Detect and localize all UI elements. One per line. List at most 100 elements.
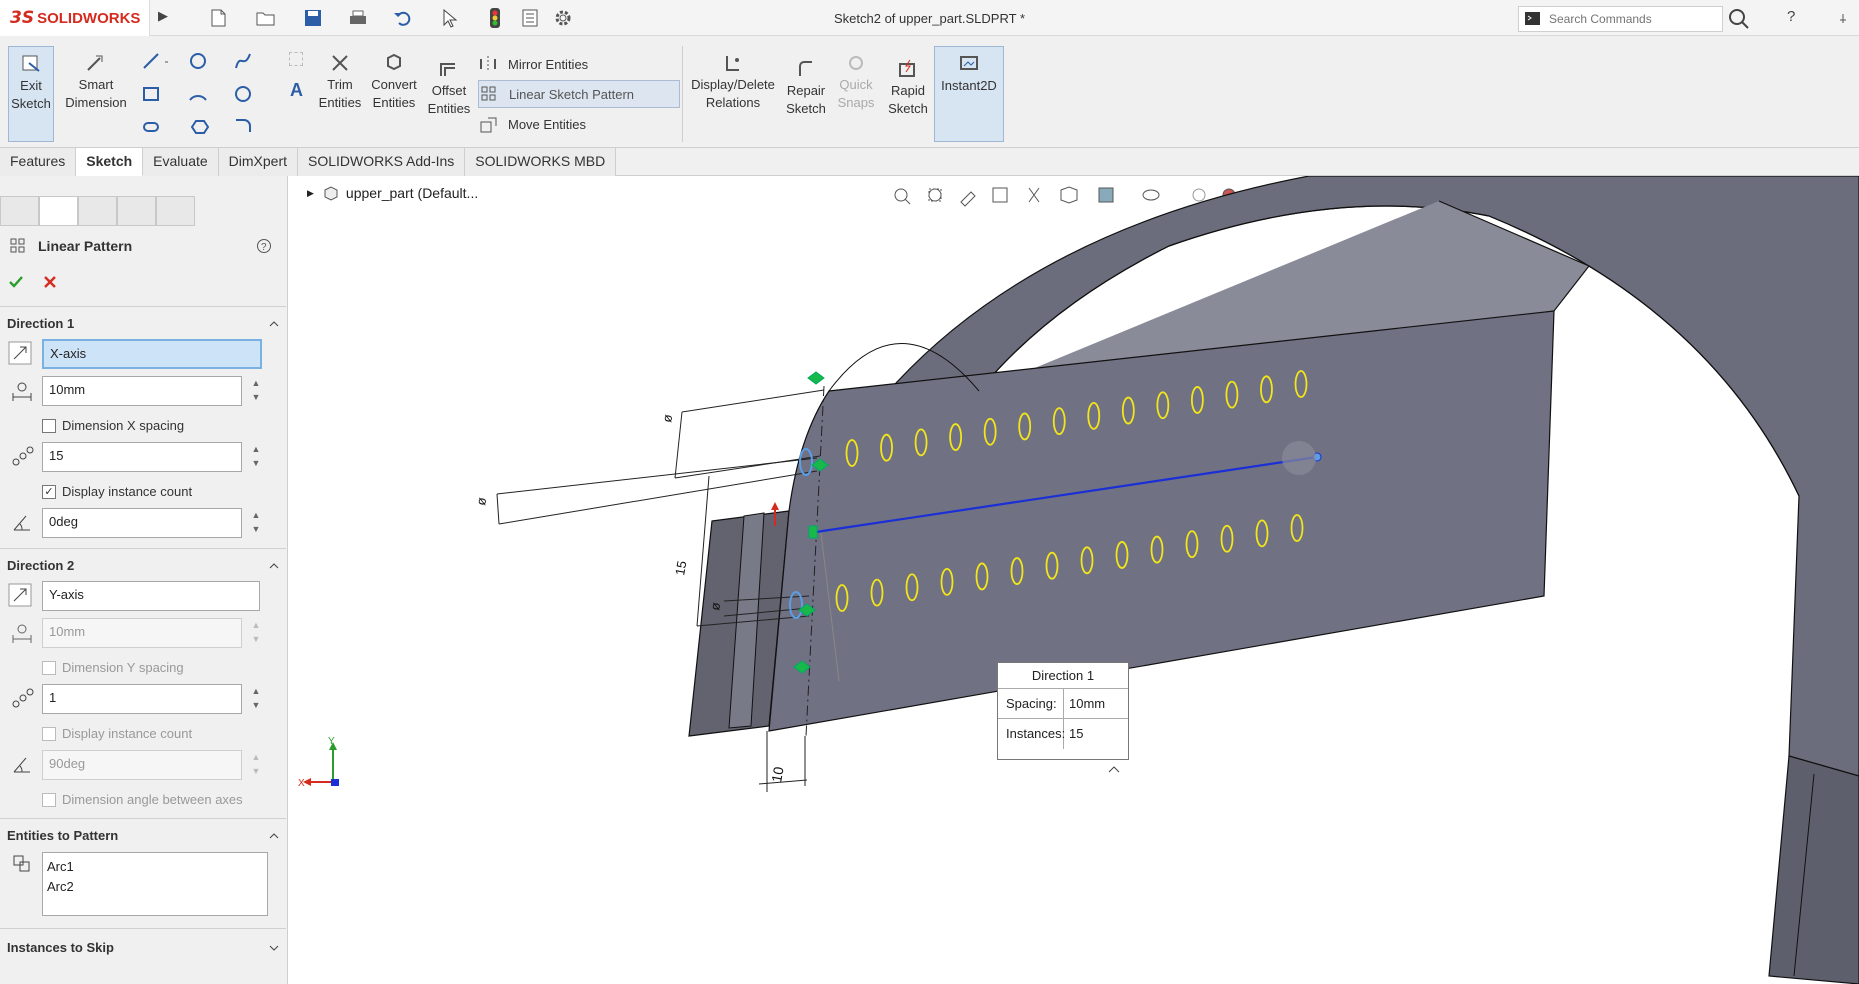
display-manager-tab[interactable] [156, 196, 195, 226]
tab-sketch[interactable]: Sketch [76, 148, 144, 176]
smart-dimension-button[interactable]: Smart Dimension [60, 46, 132, 142]
text-tool-icon[interactable]: A [290, 80, 303, 101]
instances-icon [12, 446, 34, 466]
convert-entities-button[interactable]: Convert Entities [366, 46, 422, 142]
search-icon[interactable] [1727, 7, 1751, 31]
instances-icon [12, 688, 34, 708]
move-entities-button[interactable]: Move Entities [478, 112, 586, 136]
linear-sketch-pattern-button[interactable]: Linear Sketch Pattern [478, 80, 680, 108]
divider [0, 306, 286, 307]
mirror-entities-button[interactable]: Mirror Entities [478, 52, 588, 76]
solidworks-logo[interactable]: 3S SOLIDWORKS [0, 0, 150, 36]
direction-2-spacing-field[interactable]: 10mm [42, 618, 242, 648]
instances-spinner[interactable]: ▲ ▼ [248, 684, 264, 714]
spacing-spinner[interactable]: ▲ ▼ [248, 618, 264, 648]
direction-1-angle-field[interactable]: 0deg [42, 508, 242, 538]
save-icon[interactable] [303, 8, 323, 28]
entities-list[interactable]: Arc1 Arc2 [42, 852, 268, 916]
graphics-area[interactable]: ▶ upper_part (Default... ø ø ø 15 10 Dir… [289, 176, 1859, 984]
help-button[interactable]: ? [1787, 8, 1795, 28]
search-input[interactable] [1549, 12, 1689, 26]
sketch-entities-grid[interactable] [140, 50, 280, 136]
instant2d-button[interactable]: Instant2D [934, 46, 1004, 142]
new-document-icon[interactable] [208, 8, 228, 28]
options-gear-icon[interactable] [553, 8, 573, 28]
feature-manager-tab[interactable] [0, 196, 39, 226]
direction-1-instances-field[interactable]: 15 [42, 442, 242, 472]
help-icon[interactable]: ? [256, 238, 272, 254]
direction-1-spacing-field[interactable]: 10mm [42, 376, 242, 406]
collapse-caret-icon[interactable] [269, 319, 279, 329]
direction-2-instances-field[interactable]: 1 [42, 684, 242, 714]
direction-2-axis-field[interactable]: Y-axis [42, 581, 260, 611]
angle-spinner[interactable]: ▲ ▼ [248, 508, 264, 538]
dimension-15-label[interactable]: 15 [672, 560, 689, 577]
tab-features[interactable]: Features [0, 148, 77, 176]
property-manager-tab[interactable] [39, 196, 78, 226]
tab-solidworks-add-ins[interactable]: SOLIDWORKS Add-Ins [298, 148, 466, 176]
display-delete-relations-button[interactable]: Display/Delete Relations [688, 46, 778, 142]
callout-spacing-value[interactable]: 10mm [1064, 689, 1105, 718]
undo-icon[interactable] [393, 8, 413, 28]
file-properties-icon[interactable] [520, 8, 540, 28]
collapse-caret-icon[interactable] [269, 561, 279, 571]
drag-handle[interactable] [1282, 441, 1316, 475]
cad-viewport[interactable]: ø ø ø 15 10 [289, 176, 1859, 984]
direction-arrow-icon[interactable] [8, 583, 32, 607]
list-item[interactable]: Arc2 [47, 877, 263, 897]
rapid-sketch-icon [899, 59, 915, 77]
repair-sketch-button[interactable]: Repair Sketch [782, 52, 830, 148]
dimension-angle-checkbox[interactable]: Dimension angle between axes [42, 792, 243, 807]
callout-title: Direction 1 [998, 663, 1128, 689]
angle-spinner[interactable]: ▲ ▼ [248, 750, 264, 780]
spacing-spinner[interactable]: ▲ ▼ [248, 376, 264, 406]
trim-entities-button[interactable]: Trim Entities [318, 46, 362, 142]
display-instance-count-checkbox-2[interactable]: Display instance count [42, 726, 192, 741]
print-icon[interactable] [347, 8, 369, 28]
dimension-10-label[interactable]: 10 [768, 765, 786, 783]
dimension-x-spacing-checkbox[interactable]: Dimension X spacing [42, 418, 184, 433]
select-pointer-icon[interactable] [440, 8, 460, 28]
linear-pattern-icon [10, 238, 25, 253]
offset-entities-button[interactable]: Offset Entities [426, 52, 472, 148]
pin-icon[interactable] [1838, 13, 1848, 23]
callout-collapse-icon[interactable] [1107, 764, 1121, 774]
angle-icon [13, 757, 30, 773]
direction-1-header[interactable]: Direction 1 [7, 316, 74, 331]
tab-dimxpert[interactable]: DimXpert [218, 148, 299, 176]
rapid-sketch-button[interactable]: Rapid Sketch [884, 52, 932, 148]
instances-to-skip-header[interactable]: Instances to Skip [7, 940, 114, 955]
callout-instances-label: Instances: [998, 719, 1065, 749]
manager-tabs [0, 196, 195, 226]
traffic-light-icon[interactable] [488, 7, 502, 29]
flyout-arrow-icon[interactable]: ▶ [158, 8, 168, 28]
collapse-caret-icon[interactable] [269, 831, 279, 841]
dimxpert-manager-tab[interactable] [117, 196, 156, 226]
move-entities-icon [480, 117, 497, 133]
expand-caret-icon[interactable] [269, 943, 279, 953]
instances-spinner[interactable]: ▲ ▼ [248, 442, 264, 472]
tab-evaluate[interactable]: Evaluate [143, 148, 219, 176]
list-item[interactable]: Arc1 [47, 857, 263, 877]
callout-instances-value[interactable]: 15 [1064, 719, 1083, 749]
sketch-entities-icon [13, 855, 30, 872]
ok-check-icon[interactable] [8, 274, 24, 290]
search-commands[interactable] [1518, 6, 1723, 32]
tab-solidworks-mbd[interactable]: SOLIDWORKS MBD [465, 148, 617, 176]
entities-to-pattern-header[interactable]: Entities to Pattern [7, 828, 118, 843]
divider [0, 548, 286, 549]
direction-1-axis-field[interactable]: X-axis [42, 339, 262, 369]
configuration-manager-tab[interactable] [78, 196, 117, 226]
exit-sketch-button[interactable]: Exit Sketch [8, 46, 54, 142]
direction-2-header[interactable]: Direction 2 [7, 558, 74, 573]
open-folder-icon[interactable] [255, 8, 277, 28]
offset-entities-icon [440, 63, 455, 76]
toolbar-separator [682, 46, 683, 142]
quick-snaps-button[interactable]: Quick Snaps [834, 46, 878, 142]
direction-arrow-icon[interactable] [8, 341, 32, 365]
cancel-x-icon[interactable] [42, 274, 58, 290]
divider [0, 928, 286, 929]
display-instance-count-checkbox[interactable]: ✓ Display instance count [42, 484, 192, 499]
dimension-y-spacing-checkbox[interactable]: Dimension Y spacing [42, 660, 184, 675]
direction-2-angle-field[interactable]: 90deg [42, 750, 242, 780]
